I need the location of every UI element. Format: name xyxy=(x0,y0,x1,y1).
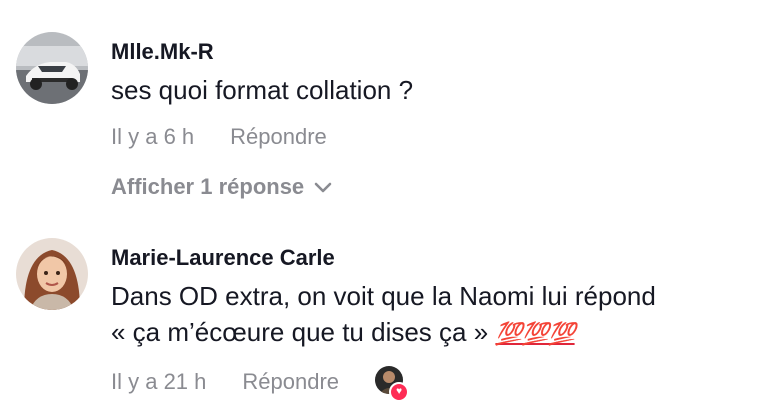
view-replies-button[interactable]: Afficher 1 réponse xyxy=(111,174,332,200)
comment-text-segment: « ça m’écœure que tu dises ça » xyxy=(111,317,496,347)
comment-timestamp: Il y a 6 h xyxy=(111,124,195,149)
chevron-down-icon xyxy=(314,174,332,200)
comment-text: Dans OD extra, on voit que la Naomi lui … xyxy=(111,278,771,352)
comment-author[interactable]: Marie-Laurence Carle xyxy=(111,245,335,271)
liked-by-creator-badge: ♥ xyxy=(375,366,410,402)
hundred-points-emoji: 💯💯💯 xyxy=(495,321,575,346)
comment-author[interactable]: Mlle.Mk-R xyxy=(111,39,214,65)
reply-button[interactable]: Répondre xyxy=(230,124,327,150)
comment-timestamp: Il y a 21 h xyxy=(111,369,207,394)
comment-meta: Il y a 21 h Répondre ♥ xyxy=(111,366,410,402)
avatar[interactable] xyxy=(16,32,88,104)
view-replies-label: Afficher 1 réponse xyxy=(111,174,305,199)
heart-icon: ♥ xyxy=(389,382,410,402)
comment-meta: Il y a 6 h Répondre xyxy=(111,124,327,150)
reply-button[interactable]: Répondre xyxy=(242,369,339,395)
comment-text: ses quoi format collation ? xyxy=(111,75,414,105)
comment-text-line: Dans OD extra, on voit que la Naomi lui … xyxy=(111,281,656,311)
comment-text-line: « ça m’écœure que tu dises ça » 💯💯💯 xyxy=(111,314,771,352)
avatar[interactable] xyxy=(16,238,88,310)
